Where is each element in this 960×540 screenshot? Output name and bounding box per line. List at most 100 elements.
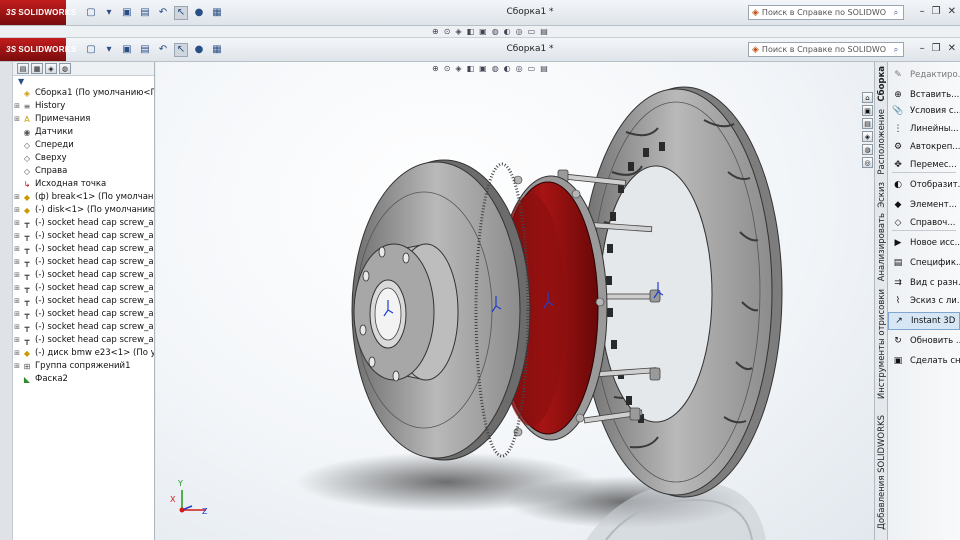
tree-item[interactable]: ◇ Спереди <box>13 139 154 152</box>
expand-icon[interactable]: ⊞ <box>13 256 21 269</box>
save-icon[interactable]: ▣ <box>120 6 134 20</box>
previous-view-icon[interactable]: ◈ <box>455 27 461 36</box>
feature-manager-tab-icon[interactable]: ▤ <box>17 63 29 74</box>
expand-icon[interactable]: ⊞ <box>13 243 21 256</box>
help-search-input-2[interactable]: ◈ Поиск в Справке по SOLIDWORKS ⌕ <box>748 42 904 57</box>
minimize-icon[interactable]: – <box>920 6 925 17</box>
command-button[interactable]: ◐ Отобразит... <box>888 176 960 194</box>
expand-icon[interactable]: ⊞ <box>13 295 21 308</box>
tree-item[interactable]: ⊞ ┳ (-) socket head cap screw_am- <box>13 217 154 230</box>
tree-root[interactable]: ◈ Сборка1 (По умолчанию<По у <box>13 87 154 100</box>
traffic-light-icon[interactable]: ● <box>192 43 206 57</box>
tree-item[interactable]: ⊞ ◆ (ф) break<1> (По умолчанию <box>13 191 154 204</box>
tree-item[interactable]: ↳ Исходная точка <box>13 178 154 191</box>
design-library-icon[interactable]: ▣ <box>862 105 873 116</box>
expand-icon[interactable]: ⊞ <box>13 360 21 373</box>
undo-icon[interactable]: ↶ <box>156 6 170 20</box>
open-folder-icon[interactable]: ▾ <box>102 43 116 57</box>
vertical-tab[interactable]: Эскиз <box>875 180 889 210</box>
restore-icon[interactable]: ❐ <box>932 6 941 17</box>
view-palette-icon[interactable]: ◈ <box>862 131 873 142</box>
close-icon[interactable]: ✕ <box>948 43 956 54</box>
undo-icon[interactable]: ↶ <box>156 43 170 57</box>
command-button[interactable]: ▣ Сделать сн... <box>888 352 960 370</box>
search-icon[interactable]: ⌕ <box>889 45 903 55</box>
select-icon[interactable]: ↖ <box>174 42 188 57</box>
tree-item[interactable]: ⊞ ┳ (-) socket head cap screw_am- <box>13 321 154 334</box>
select-icon[interactable]: ↖ <box>174 5 188 20</box>
tree-item[interactable]: ⊞ ◆ (-) disk<1> (По умолчанию< <box>13 204 154 217</box>
expand-icon[interactable]: ⊞ <box>13 191 21 204</box>
command-button[interactable]: 📎 Условия с... <box>888 102 960 120</box>
tree-item[interactable]: ⊞ ┳ (-) socket head cap screw_am- <box>13 308 154 321</box>
close-icon[interactable]: ✕ <box>948 6 956 17</box>
tree-item[interactable]: ⊞ A Примечания <box>13 113 154 126</box>
open-folder-icon[interactable]: ▾ <box>102 6 116 20</box>
display-manager-tab-icon[interactable]: ◍ <box>59 63 71 74</box>
save-icon[interactable]: ▣ <box>120 43 134 57</box>
vertical-tab[interactable]: Анализировать <box>875 212 889 282</box>
vertical-tab[interactable]: Инструменты отрисовки <box>875 284 889 404</box>
expand-icon[interactable]: ⊞ <box>13 321 21 334</box>
file-explorer-icon[interactable]: ▤ <box>862 118 873 129</box>
hide-show-icon[interactable]: ◐ <box>504 27 511 36</box>
appearance-icon[interactable]: ◎ <box>516 27 523 36</box>
scene-icon[interactable]: ▭ <box>528 27 536 36</box>
restore-icon[interactable]: ❐ <box>932 43 941 54</box>
expand-icon[interactable]: ⊞ <box>13 204 21 217</box>
command-button[interactable]: ⌇ Эскиз с ли... <box>888 292 960 310</box>
view-orientation-icon[interactable]: ▣ <box>479 27 487 36</box>
tree-item[interactable]: ⊞ ┳ (-) socket head cap screw_am- <box>13 295 154 308</box>
tree-item[interactable]: ◣ Фаска2 <box>13 373 154 386</box>
tree-item[interactable]: ⊞◆ (-) диск bmw e23<1> (По умо <box>13 347 154 360</box>
expand-icon[interactable]: ⊞ <box>13 269 21 282</box>
slotted-disc-rear[interactable] <box>579 86 783 498</box>
tree-item[interactable]: ⊞ ┳ (-) socket head cap screw_am- <box>13 269 154 282</box>
options-icon[interactable]: ▦ <box>210 43 224 57</box>
command-button[interactable]: ↻ Обновить ... <box>888 332 960 350</box>
filter-icon[interactable]: ▼ <box>13 76 154 87</box>
brake-assembly-model[interactable]: Y X Z <box>156 62 874 540</box>
expand-icon[interactable]: ⊞ <box>13 113 21 126</box>
display-style-icon[interactable]: ◍ <box>492 27 499 36</box>
expand-icon[interactable]: ⊞ <box>13 217 21 230</box>
minimize-icon[interactable]: – <box>920 43 925 54</box>
tree-item[interactable]: ⊞ ┳ (-) socket head cap screw_am- <box>13 230 154 243</box>
command-button[interactable]: ✎ Редактиро... <box>888 66 960 84</box>
appearances-icon[interactable]: ◍ <box>862 144 873 155</box>
command-button[interactable]: ◆ Элемент... <box>888 196 960 214</box>
traffic-light-icon[interactable]: ● <box>192 6 206 20</box>
command-button[interactable]: ⚙ Автокреп... <box>888 138 960 156</box>
options-icon[interactable]: ▦ <box>210 6 224 20</box>
help-search-input[interactable]: ◈ Поиск в Справке по SOLIDWORKS ⌕ <box>748 5 904 20</box>
new-document-icon[interactable]: ▢ <box>84 43 98 57</box>
command-button[interactable]: ⇉ Вид с разн... <box>888 274 960 292</box>
tree-item[interactable]: ◉ Датчики <box>13 126 154 139</box>
command-button[interactable]: ▶ Новое исс... <box>888 234 960 252</box>
command-button[interactable]: ▤ Специфик... <box>888 254 960 272</box>
zoom-fit-icon[interactable]: ⊕ <box>432 27 439 36</box>
tree-item[interactable]: ⊞ ┳ (-) socket head cap screw_am- <box>13 243 154 256</box>
expand-icon[interactable]: ⊞ <box>13 282 21 295</box>
tree-item[interactable]: ⊞ ⊞ Группа сопряжений1 <box>13 360 154 373</box>
tree-item[interactable]: ⊞ ┳ (-) socket head cap screw_am- <box>13 334 154 347</box>
view-settings-icon[interactable]: ▤ <box>540 27 548 36</box>
search-icon[interactable]: ⌕ <box>889 8 903 18</box>
tree-item[interactable]: ◇ Справа <box>13 165 154 178</box>
zoom-area-icon[interactable]: ⊙ <box>444 27 451 36</box>
print-icon[interactable]: ▤ <box>138 43 152 57</box>
property-manager-tab-icon[interactable]: ▦ <box>31 63 43 74</box>
vertical-tab[interactable]: Сборка <box>875 64 889 104</box>
command-button[interactable]: ⋮ Линейны... <box>888 120 960 138</box>
vertical-tab[interactable]: Расположение <box>875 106 889 178</box>
command-button[interactable]: ↗ Instant 3D <box>888 312 960 330</box>
tree-item[interactable]: ⊞ ≡ History <box>13 100 154 113</box>
expand-icon[interactable]: ⊞ <box>13 334 21 347</box>
expand-icon[interactable]: ⊞ <box>13 100 21 113</box>
graphics-viewport[interactable]: ⊕ ⊙ ◈ ◧ ▣ ◍ ◐ ◎ ▭ ▤ Y X Z <box>156 62 874 540</box>
tree-item[interactable]: ⊞ ┳ (-) socket head cap screw_am- <box>13 282 154 295</box>
expand-icon[interactable]: ⊞ <box>13 347 21 360</box>
print-icon[interactable]: ▤ <box>138 6 152 20</box>
expand-icon[interactable]: ⊞ <box>13 308 21 321</box>
custom-properties-icon[interactable]: ◎ <box>862 157 873 168</box>
